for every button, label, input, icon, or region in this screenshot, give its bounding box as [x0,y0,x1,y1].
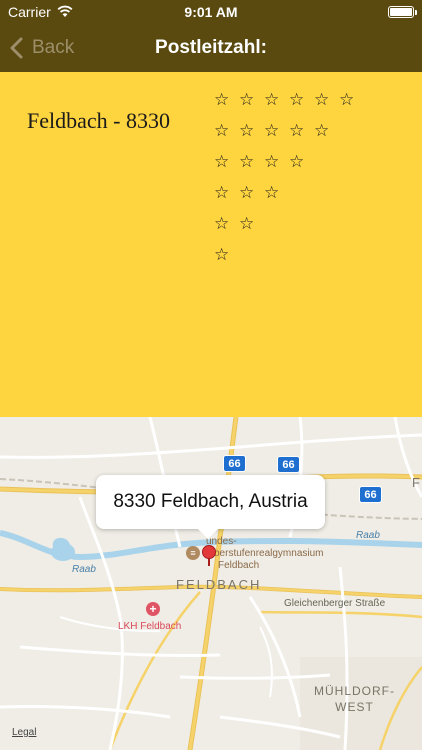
star-row[interactable]: ☆ [214,239,364,270]
star-rating-rows: ☆ ☆ ☆ ☆ ☆ ☆ ☆ ☆ ☆ ☆ ☆ ☆ ☆ ☆ ☆ ☆ ☆ ☆ ☆ ☆ ☆ [214,84,364,270]
road-shield: 66 [223,455,246,472]
road-shield: 66 [359,486,382,503]
star-icon: ☆ [314,121,330,140]
page-title: Postleitzahl: [155,37,267,58]
star-row[interactable]: ☆ ☆ [214,208,364,239]
school-label-line: Feldbach [218,560,260,571]
district-label-line: MÜHLDORF- [314,684,395,698]
postcode-panel: Feldbach - 8330 ☆ ☆ ☆ ☆ ☆ ☆ ☆ ☆ ☆ ☆ ☆ ☆ ☆ ☆ ☆ ☆ ☆ ☆ ☆ ☆ ☆ [0,72,422,417]
school-icon[interactable]: ≡ [186,546,200,560]
navigation-bar: Back Postleitzahl: [0,24,422,72]
star-icon: ☆ [264,183,280,202]
place-label: Feldbach - 8330 [27,108,170,133]
hospital-icon[interactable]: + [146,602,160,616]
star-icon: ☆ [214,90,230,109]
callout-text: 8330 Feldbach, Austria [113,491,308,512]
star-icon: ☆ [214,245,230,264]
map-callout[interactable]: 8330 Feldbach, Austria [96,475,325,539]
status-bar: Carrier 9:01 AM [0,0,422,24]
star-icon: ☆ [239,214,255,233]
clock: 9:01 AM [184,4,238,20]
district-label-line: WEST [335,700,374,714]
district-label: MÜHLDORF- WEST [314,683,395,715]
legal-link[interactable]: Legal [12,727,36,738]
star-icon: ☆ [314,90,330,109]
star-icon: ☆ [339,90,355,109]
hospital-label: LKH Feldbach [118,621,182,632]
pin-stem [208,558,210,566]
river-label: Raab [72,564,96,575]
location-pin-icon[interactable] [202,545,216,559]
edge-label: F [412,475,422,490]
star-icon: ☆ [214,214,230,233]
star-row[interactable]: ☆ ☆ ☆ ☆ ☆ ☆ [214,84,364,115]
battery-level [390,8,412,16]
road-shield: 66 [277,456,300,473]
star-row[interactable]: ☆ ☆ ☆ [214,177,364,208]
star-row[interactable]: ☆ ☆ ☆ ☆ [214,146,364,177]
star-icon: ☆ [264,121,280,140]
star-icon: ☆ [289,152,305,171]
star-icon: ☆ [289,121,305,140]
street-label: Gleichenberger Straße [284,598,386,609]
star-icon: ☆ [214,121,230,140]
star-icon: ☆ [239,90,255,109]
star-icon: ☆ [239,152,255,171]
star-row[interactable]: ☆ ☆ ☆ ☆ ☆ [214,115,364,146]
battery-icon [388,6,417,18]
star-icon: ☆ [239,121,255,140]
star-icon: ☆ [289,90,305,109]
star-icon: ☆ [214,152,230,171]
map-view[interactable]: 66 66 66 Raab Raab Gleichenberger Straße… [0,417,422,750]
star-icon: ☆ [264,152,280,171]
school-label-line: berstufenrealgymnasium [214,548,324,559]
city-label: FELDBACH [176,577,262,592]
star-icon: ☆ [214,183,230,202]
star-icon: ☆ [264,90,280,109]
star-icon: ☆ [239,183,255,202]
river-label: Raab [356,530,380,541]
